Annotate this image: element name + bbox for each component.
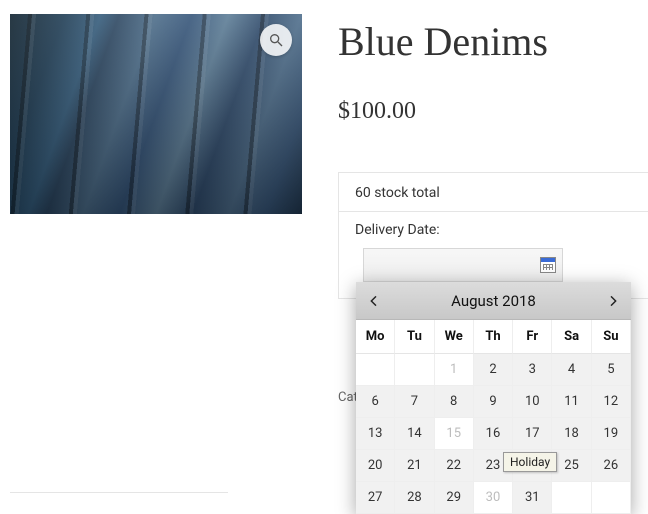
holiday-tooltip: Holiday bbox=[503, 452, 557, 472]
datepicker-day: 15 bbox=[435, 418, 474, 450]
calendar-icon bbox=[540, 257, 556, 273]
datepicker-day bbox=[395, 354, 434, 386]
delivery-date-label: Delivery Date: bbox=[339, 212, 648, 244]
datepicker-day[interactable]: 17 bbox=[513, 418, 552, 450]
datepicker-day[interactable]: 21 bbox=[395, 450, 434, 482]
product-title: Blue Denims bbox=[338, 18, 548, 65]
datepicker-day[interactable]: 26 bbox=[592, 450, 631, 482]
next-month-button[interactable] bbox=[595, 282, 631, 319]
datepicker-day[interactable]: 10 bbox=[513, 386, 552, 418]
datepicker-day[interactable]: 5 bbox=[592, 354, 631, 386]
datepicker-dow: Sa bbox=[552, 320, 591, 354]
datepicker-day[interactable]: 6 bbox=[356, 386, 395, 418]
datepicker-popup: August 2018 MoTuWeThFrSaSu12345678910111… bbox=[356, 282, 631, 514]
prev-month-button[interactable] bbox=[356, 282, 392, 319]
stock-text: 60 stock total bbox=[339, 173, 648, 212]
datepicker-dow: Mo bbox=[356, 320, 395, 354]
datepicker-day[interactable]: 9 bbox=[474, 386, 513, 418]
divider bbox=[10, 492, 228, 493]
datepicker-day[interactable]: 13 bbox=[356, 418, 395, 450]
datepicker-day bbox=[592, 482, 631, 514]
datepicker-header: August 2018 bbox=[356, 282, 631, 320]
datepicker-day bbox=[356, 354, 395, 386]
datepicker-day[interactable]: 11 bbox=[552, 386, 591, 418]
datepicker-day[interactable]: 27 bbox=[356, 482, 395, 514]
datepicker-grid: MoTuWeThFrSaSu12345678910111213141516171… bbox=[356, 320, 631, 514]
category-label-fragment: Cat bbox=[338, 390, 358, 405]
datepicker-day[interactable]: 4 bbox=[552, 354, 591, 386]
datepicker-day[interactable]: 18 bbox=[552, 418, 591, 450]
datepicker-day[interactable]: 31 bbox=[513, 482, 552, 514]
datepicker-day[interactable]: 2 bbox=[474, 354, 513, 386]
product-price: $100.00 bbox=[338, 98, 416, 125]
datepicker-day[interactable]: 14 bbox=[395, 418, 434, 450]
datepicker-day[interactable]: 22 bbox=[435, 450, 474, 482]
datepicker-day[interactable]: 19 bbox=[592, 418, 631, 450]
datepicker-day[interactable]: 12 bbox=[592, 386, 631, 418]
datepicker-day[interactable]: 29 bbox=[435, 482, 474, 514]
datepicker-dow: Fr bbox=[513, 320, 552, 354]
product-image[interactable] bbox=[10, 14, 302, 214]
datepicker-day: 1 bbox=[435, 354, 474, 386]
datepicker-day[interactable]: 7 bbox=[395, 386, 434, 418]
datepicker-day: 30 bbox=[474, 482, 513, 514]
datepicker-day[interactable]: 8 bbox=[435, 386, 474, 418]
datepicker-dow: We bbox=[435, 320, 474, 354]
datepicker-day[interactable]: 20 bbox=[356, 450, 395, 482]
datepicker-dow: Tu bbox=[395, 320, 434, 354]
zoom-icon[interactable] bbox=[260, 24, 292, 56]
datepicker-day[interactable]: 16 bbox=[474, 418, 513, 450]
purchase-panel: 60 stock total Delivery Date: bbox=[338, 172, 648, 299]
datepicker-day[interactable]: 25 bbox=[552, 450, 591, 482]
datepicker-day[interactable]: 28 bbox=[395, 482, 434, 514]
delivery-date-input[interactable] bbox=[363, 248, 563, 282]
datepicker-dow: Th bbox=[474, 320, 513, 354]
datepicker-dow: Su bbox=[592, 320, 631, 354]
datepicker-day bbox=[552, 482, 591, 514]
datepicker-month-label: August 2018 bbox=[451, 292, 536, 310]
datepicker-day[interactable]: 3 bbox=[513, 354, 552, 386]
